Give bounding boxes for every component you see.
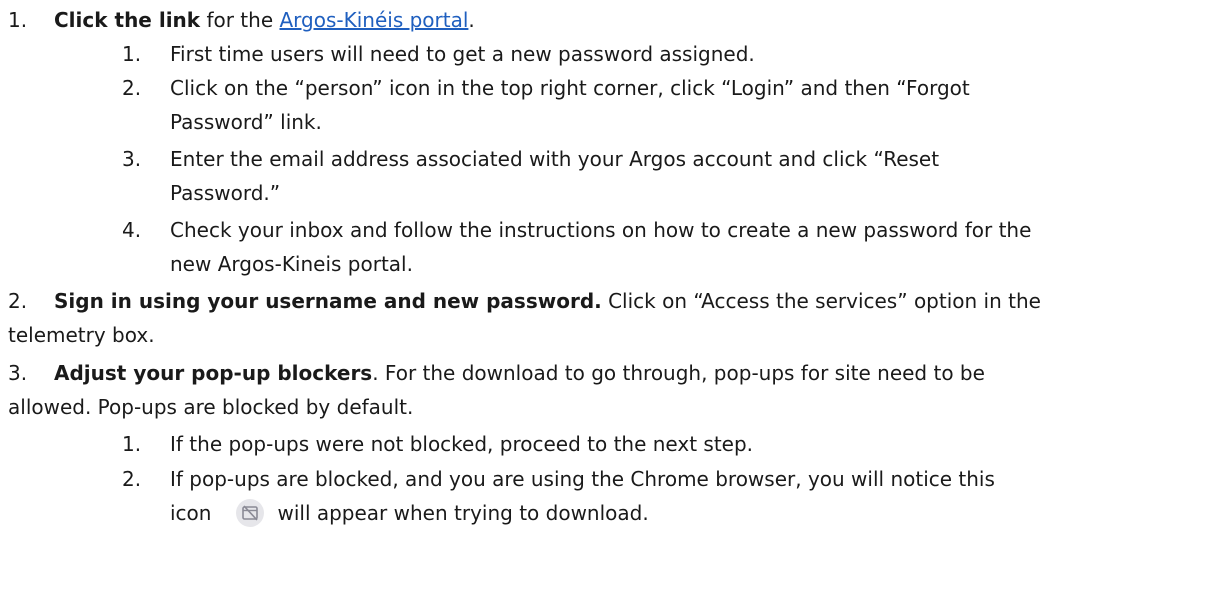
substep-3-1-number: 1. bbox=[122, 432, 142, 456]
step-1-line: Click the link for the Argos-Kinéis port… bbox=[54, 3, 475, 37]
substep-3-2-icon-word: icon bbox=[170, 501, 212, 525]
substep-3-2-text-after-icon: will appear when trying to download. bbox=[277, 501, 649, 525]
popup-blocked-icon bbox=[235, 498, 265, 528]
step-1-text-before-link: for the bbox=[200, 8, 280, 32]
argos-kineis-portal-link[interactable]: Argos-Kinéis portal bbox=[280, 8, 469, 32]
substep-1-4-number: 4. bbox=[122, 218, 142, 242]
substep-3-2-text-line-2: icon will appear when trying to download… bbox=[170, 496, 649, 530]
substep-1-4-text-line-2: new Argos-Kineis portal. bbox=[170, 252, 413, 276]
step-2-text-line-1: Click on “Access the services” option in… bbox=[601, 289, 1041, 313]
substep-1-3-text-line-2: Password.” bbox=[170, 181, 281, 205]
substep-1-2-text-line-1: Click on the “person” icon in the top ri… bbox=[170, 76, 970, 100]
substep-3-2-number: 2. bbox=[122, 467, 142, 491]
substep-1-2-text-line-2: Password” link. bbox=[170, 110, 322, 134]
step-3-text-line-2: allowed. Pop-ups are blocked by default. bbox=[8, 395, 414, 419]
substep-1-2-number: 2. bbox=[122, 76, 142, 100]
substep-3-2-text-line-1: If pop-ups are blocked, and you are usin… bbox=[170, 467, 995, 491]
step-3-text-line-1: . For the download to go through, pop-up… bbox=[372, 361, 985, 385]
substep-1-3-text-line-1: Enter the email address associated with … bbox=[170, 147, 940, 171]
step-3-number: 3. bbox=[8, 361, 28, 385]
instruction-document: 1. Click the link for the Argos-Kinéis p… bbox=[0, 0, 1218, 609]
step-2-line-1: Sign in using your username and new pass… bbox=[54, 284, 1041, 318]
substep-1-3-number: 3. bbox=[122, 147, 142, 171]
substep-1-1-number: 1. bbox=[122, 42, 142, 66]
step-1-number: 1. bbox=[8, 8, 28, 32]
substep-1-4-text-line-1: Check your inbox and follow the instruct… bbox=[170, 218, 1032, 242]
substep-1-1-text: First time users will need to get a new … bbox=[170, 42, 755, 66]
step-3-line-1: Adjust your pop-up blockers. For the dow… bbox=[54, 356, 985, 390]
step-1-bold: Click the link bbox=[54, 8, 201, 32]
step-2-number: 2. bbox=[8, 289, 28, 313]
step-2-bold: Sign in using your username and new pass… bbox=[54, 289, 602, 313]
step-1-text-after-link: . bbox=[468, 8, 475, 32]
step-3-bold: Adjust your pop-up blockers bbox=[54, 361, 373, 385]
substep-3-1-text: If the pop-ups were not blocked, proceed… bbox=[170, 432, 754, 456]
step-2-text-line-2: telemetry box. bbox=[8, 323, 155, 347]
